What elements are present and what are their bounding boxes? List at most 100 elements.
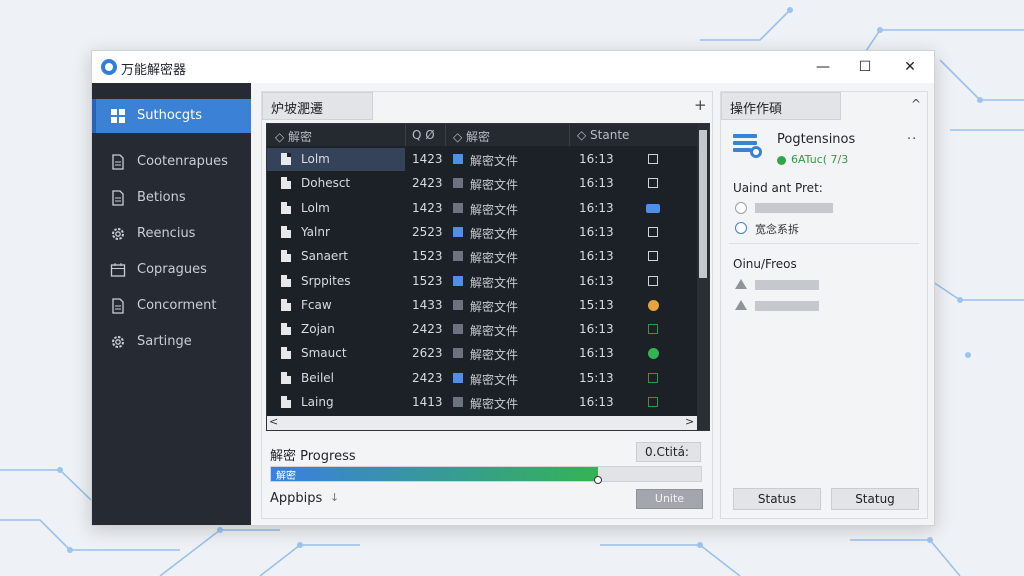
table-row[interactable]: Yalnr 2523 解密文件 16:13 bbox=[267, 221, 697, 244]
state-indicator[interactable] bbox=[648, 299, 659, 311]
redacted-text bbox=[755, 301, 819, 311]
file-name: Zojan bbox=[301, 322, 335, 337]
file-size: 2423 bbox=[412, 370, 443, 385]
collapse-icon[interactable]: ^ bbox=[911, 97, 921, 111]
sidebar-item-cootenrapues[interactable]: Cootenrapues bbox=[92, 145, 251, 179]
file-icon bbox=[281, 250, 291, 263]
file-time: 16:13 bbox=[579, 249, 614, 264]
horizontal-scrollbar[interactable]: < > bbox=[267, 415, 697, 430]
file-size: 2423 bbox=[412, 176, 443, 191]
column-header-name[interactable]: ◇ 解密 bbox=[275, 128, 312, 145]
file-name: Dohesct bbox=[301, 176, 351, 191]
state-indicator[interactable] bbox=[648, 348, 659, 360]
sidebar-item-sartinge[interactable]: Sartinge bbox=[92, 325, 251, 359]
file-time: 16:13 bbox=[579, 152, 614, 166]
table-row[interactable]: Fcaw 1433 解密文件 15:13 bbox=[267, 294, 697, 317]
apps-dropdown-icon[interactable]: ↓ bbox=[330, 491, 339, 504]
add-tab-button[interactable]: + bbox=[694, 96, 707, 114]
unite-button[interactable]: Unite bbox=[636, 489, 703, 509]
close-button[interactable]: ✕ bbox=[897, 57, 923, 77]
state-indicator[interactable] bbox=[648, 397, 658, 407]
title-bar[interactable]: 万能解密器 — ☐ ✕ bbox=[92, 51, 934, 83]
state-indicator[interactable] bbox=[648, 324, 658, 335]
sidebar-item-reencius[interactable]: Reencius bbox=[92, 217, 251, 251]
column-header-size[interactable]: Q Ø bbox=[412, 128, 435, 142]
table-row[interactable]: Srppites 1523 解密文件 16:13 bbox=[267, 270, 697, 293]
statug-button[interactable]: Statug bbox=[831, 488, 919, 510]
state-indicator[interactable] bbox=[648, 226, 658, 237]
column-header-type[interactable]: ◇ 解密 bbox=[453, 128, 490, 145]
column-header-state[interactable]: ◇ Stante bbox=[577, 128, 629, 142]
progress-bar: 解密 bbox=[270, 466, 702, 484]
file-time: 16:13 bbox=[579, 176, 614, 191]
name-cell: Yalnr bbox=[267, 221, 405, 244]
apps-label: Appbips bbox=[270, 491, 323, 506]
minimize-button[interactable]: — bbox=[810, 57, 836, 77]
name-cell: Zojan bbox=[267, 318, 405, 341]
option-radio[interactable] bbox=[735, 202, 747, 214]
file-size: 1523 bbox=[412, 273, 443, 288]
state-indicator[interactable] bbox=[648, 275, 658, 286]
document-icon bbox=[112, 298, 124, 314]
warning-icon bbox=[735, 279, 747, 289]
folder-icon bbox=[453, 178, 463, 189]
vertical-scrollbar[interactable] bbox=[697, 124, 709, 430]
table-row[interactable]: Smauct 2623 解密文件 16:13 bbox=[267, 342, 697, 365]
table-row[interactable]: Sanaert 1523 解密文件 16:13 bbox=[267, 245, 697, 268]
tab-label: 操作作碩 bbox=[730, 102, 783, 117]
sidebar-item-betions[interactable]: Betions bbox=[92, 181, 251, 215]
folder-icon bbox=[453, 251, 463, 262]
file-type: 解密文件 bbox=[470, 178, 519, 193]
folder-icon bbox=[453, 299, 463, 310]
table-row[interactable]: Dohesct 2423 解密文件 16:13 bbox=[267, 172, 697, 195]
sidebar-item-concorment[interactable]: Concorment bbox=[92, 289, 251, 323]
file-name: Beilel bbox=[301, 370, 334, 385]
table-row[interactable]: Lolm 1423 解密文件 16:13 bbox=[267, 197, 697, 220]
file-size: 1423 bbox=[412, 152, 443, 166]
sidebar-item-label: Copragues bbox=[137, 262, 207, 277]
progress-handle[interactable] bbox=[593, 476, 602, 484]
sidebar-item-label: Cootenrapues bbox=[137, 154, 228, 169]
table-row[interactable]: Lolm 1423 解密文件 16:13 bbox=[267, 148, 697, 171]
file-icon bbox=[281, 274, 291, 287]
status-online-icon bbox=[777, 156, 786, 165]
state-indicator[interactable] bbox=[646, 203, 660, 213]
scroll-left-arrow-icon[interactable]: < bbox=[269, 415, 278, 428]
status-button[interactable]: Status bbox=[733, 488, 821, 510]
sidebar-item-copragues[interactable]: Copragues bbox=[92, 253, 251, 287]
scroll-thumb[interactable] bbox=[699, 130, 707, 278]
state-indicator[interactable] bbox=[648, 154, 658, 164]
state-indicator[interactable] bbox=[648, 372, 658, 383]
maximize-button[interactable]: ☐ bbox=[852, 57, 878, 77]
table-row[interactable]: Zojan 2423 解密文件 16:13 bbox=[267, 318, 697, 341]
progress-fill-label: 解密 bbox=[276, 471, 296, 482]
file-size: 2623 bbox=[412, 346, 443, 361]
scroll-right-arrow-icon[interactable]: > bbox=[685, 415, 694, 428]
file-icon bbox=[281, 153, 291, 165]
option-radio[interactable] bbox=[735, 222, 747, 234]
folder-icon bbox=[453, 202, 463, 213]
divider bbox=[729, 243, 919, 244]
tab-file-list[interactable]: 炉坡淝遷 bbox=[262, 92, 373, 120]
table-row[interactable]: Laing 1413 解密文件 16:13 bbox=[267, 391, 697, 414]
app-logo-icon bbox=[101, 59, 117, 75]
server-status-icon bbox=[733, 134, 762, 158]
app-window: 万能解密器 — ☐ ✕ Suthocgts Cootenrapues Betio… bbox=[91, 50, 935, 526]
table-row[interactable]: Beilel 2423 解密文件 15:13 bbox=[267, 367, 697, 390]
file-time: 16:13 bbox=[579, 224, 614, 239]
name-cell: Beilel bbox=[267, 367, 405, 390]
folder-icon bbox=[453, 397, 463, 407]
app-title: 万能解密器 bbox=[121, 63, 187, 78]
folder-icon bbox=[453, 348, 463, 359]
sidebar-item-suthocgts[interactable]: Suthocgts bbox=[92, 99, 251, 133]
calendar-icon bbox=[110, 263, 126, 277]
state-indicator[interactable] bbox=[648, 251, 658, 262]
sidebar: Suthocgts Cootenrapues Betions Reencius bbox=[92, 83, 251, 525]
file-type: 解密文件 bbox=[470, 226, 519, 241]
more-options-icon[interactable]: ·· bbox=[907, 132, 917, 147]
document-icon bbox=[112, 154, 124, 170]
tab-operations[interactable]: 操作作碩 bbox=[721, 92, 841, 120]
state-indicator[interactable] bbox=[648, 178, 658, 189]
file-size: 1413 bbox=[412, 395, 443, 409]
file-icon bbox=[281, 177, 291, 190]
